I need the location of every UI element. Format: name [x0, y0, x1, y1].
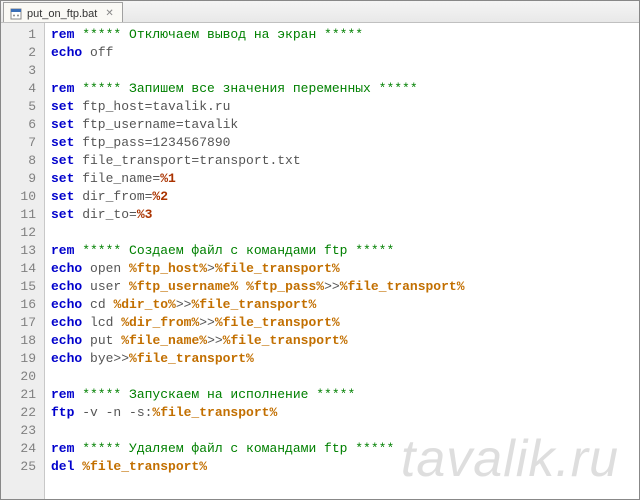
line-number: 18 — [1, 332, 44, 350]
line-number: 1 — [1, 26, 44, 44]
line-number: 9 — [1, 170, 44, 188]
line-number: 4 — [1, 80, 44, 98]
code-line[interactable]: set dir_to=%3 — [51, 206, 639, 224]
code-line[interactable]: echo bye>>%file_transport% — [51, 350, 639, 368]
code-line[interactable]: rem ***** Создаем файл с командами ftp *… — [51, 242, 639, 260]
code-line[interactable]: rem ***** Отключаем вывод на экран ***** — [51, 26, 639, 44]
code-line[interactable]: set dir_from=%2 — [51, 188, 639, 206]
code-line[interactable]: rem ***** Удаляем файл с командами ftp *… — [51, 440, 639, 458]
line-number: 2 — [1, 44, 44, 62]
code-line[interactable] — [51, 368, 639, 386]
code-line[interactable]: echo cd %dir_to%>>%file_transport% — [51, 296, 639, 314]
line-number: 5 — [1, 98, 44, 116]
code-content[interactable]: rem ***** Отключаем вывод на экран *****… — [45, 23, 639, 499]
line-number: 11 — [1, 206, 44, 224]
tab-bar: put_on_ftp.bat ✕ — [1, 1, 639, 23]
code-line[interactable]: set file_transport=transport.txt — [51, 152, 639, 170]
line-number: 14 — [1, 260, 44, 278]
code-line[interactable]: echo lcd %dir_from%>>%file_transport% — [51, 314, 639, 332]
line-number: 21 — [1, 386, 44, 404]
line-number: 3 — [1, 62, 44, 80]
code-line[interactable]: del %file_transport% — [51, 458, 639, 476]
close-icon[interactable]: ✕ — [105, 8, 113, 19]
line-number: 6 — [1, 116, 44, 134]
code-line[interactable]: set ftp_host=tavalik.ru — [51, 98, 639, 116]
code-line[interactable]: echo off — [51, 44, 639, 62]
editor-window: put_on_ftp.bat ✕ 12345678910111213141516… — [0, 0, 640, 500]
editor-area[interactable]: 1234567891011121314151617181920212223242… — [1, 23, 639, 499]
line-number: 17 — [1, 314, 44, 332]
code-line[interactable]: echo open %ftp_host%>%file_transport% — [51, 260, 639, 278]
code-line[interactable]: echo put %file_name%>>%file_transport% — [51, 332, 639, 350]
code-line[interactable]: echo user %ftp_username% %ftp_pass%>>%fi… — [51, 278, 639, 296]
line-number: 16 — [1, 296, 44, 314]
line-number: 22 — [1, 404, 44, 422]
line-number: 7 — [1, 134, 44, 152]
line-number: 25 — [1, 458, 44, 476]
line-number: 10 — [1, 188, 44, 206]
line-number: 15 — [1, 278, 44, 296]
code-line[interactable] — [51, 224, 639, 242]
line-number: 23 — [1, 422, 44, 440]
line-number: 12 — [1, 224, 44, 242]
code-line[interactable]: rem ***** Запишем все значения переменны… — [51, 80, 639, 98]
line-number-gutter: 1234567891011121314151617181920212223242… — [1, 23, 45, 499]
line-number: 8 — [1, 152, 44, 170]
file-tab[interactable]: put_on_ftp.bat ✕ — [3, 2, 123, 22]
line-number: 24 — [1, 440, 44, 458]
code-line[interactable]: set ftp_pass=1234567890 — [51, 134, 639, 152]
code-line[interactable]: set file_name=%1 — [51, 170, 639, 188]
code-line[interactable] — [51, 62, 639, 80]
tab-filename: put_on_ftp.bat — [27, 8, 97, 20]
code-line[interactable]: rem ***** Запускаем на исполнение ***** — [51, 386, 639, 404]
code-line[interactable]: ftp -v -n -s:%file_transport% — [51, 404, 639, 422]
code-line[interactable] — [51, 422, 639, 440]
batch-file-icon — [10, 8, 22, 20]
code-line[interactable]: set ftp_username=tavalik — [51, 116, 639, 134]
line-number: 13 — [1, 242, 44, 260]
line-number: 19 — [1, 350, 44, 368]
line-number: 20 — [1, 368, 44, 386]
